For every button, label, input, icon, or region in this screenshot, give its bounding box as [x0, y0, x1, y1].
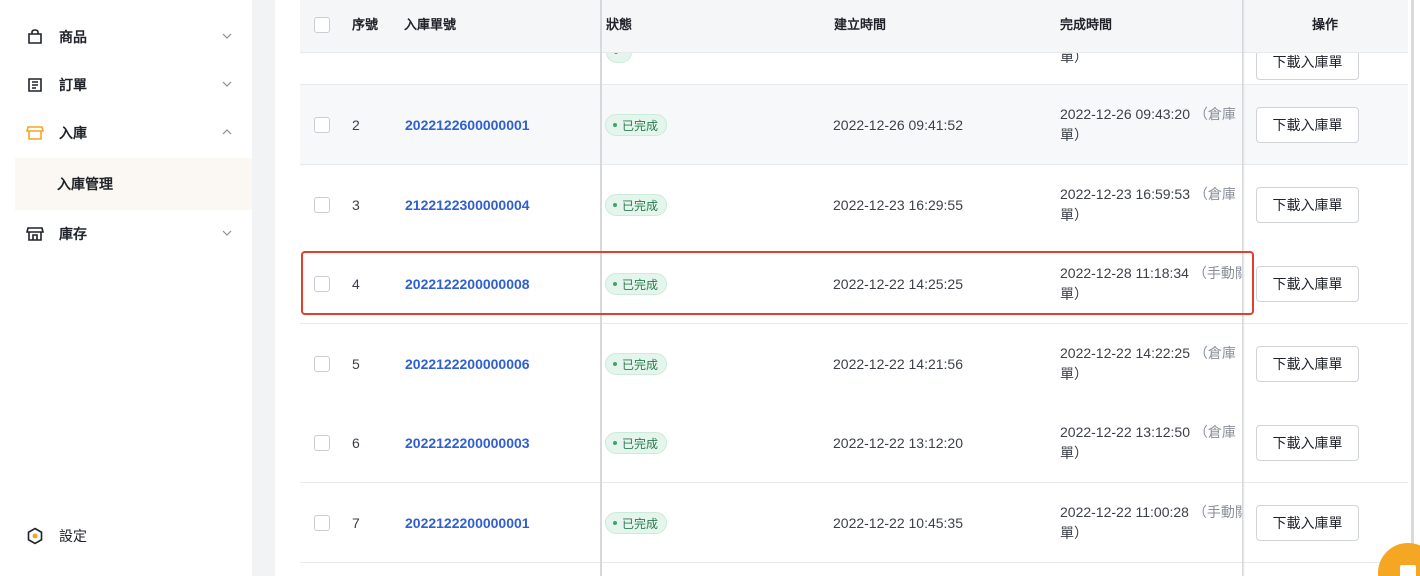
download-inbound-button[interactable]: 下載入庫單: [1256, 187, 1359, 223]
status-text: 已完成: [622, 118, 659, 133]
sidebar-item-label: 入庫: [59, 125, 87, 141]
order-number-link[interactable]: 2022122200000003: [405, 435, 530, 451]
status-text: 已完成: [622, 357, 659, 372]
created-time: 2022-12-22 14:21:56: [833, 356, 963, 372]
status-badge: 已完成: [605, 432, 668, 454]
sidebar: 商品 訂單 入庫 入庫管理 庫存 設定: [0, 0, 252, 576]
row-index: 7: [352, 515, 360, 531]
completed-note: （倉庫: [1193, 106, 1236, 122]
order-list-icon: [25, 75, 45, 95]
sidebar-item-orders[interactable]: 訂單: [15, 61, 252, 109]
chevron-down-icon: [222, 81, 232, 87]
settings-label: 設定: [59, 528, 87, 544]
completed-time: 2022-12-22 13:12:50 （倉庫 單）: [1060, 422, 1242, 464]
row-index: 5: [352, 356, 360, 372]
created-time: 2022-12-26 09:41:52: [833, 117, 963, 133]
header-created: 建立時間: [834, 17, 887, 32]
completed-note-tail: 單）: [1060, 525, 1088, 541]
order-number-link[interactable]: 2022122200000006: [405, 356, 530, 372]
status-badge: 已完成: [605, 512, 668, 534]
chevron-down-icon: [222, 33, 232, 39]
created-time: 2022-12-22 10:45:35: [833, 515, 963, 531]
status-badge: 已完成: [605, 194, 668, 216]
created-time: 2022-12-23 16:29:55: [833, 197, 963, 213]
select-all-checkbox[interactable]: [314, 17, 330, 33]
status-text: 已完成: [622, 516, 659, 531]
row-checkbox[interactable]: [314, 197, 330, 213]
download-inbound-button[interactable]: 下載入庫單: [1256, 346, 1359, 382]
row-index: 6: [352, 435, 360, 451]
download-inbound-button[interactable]: 下載入庫單: [1256, 505, 1359, 541]
status-dot: [613, 521, 617, 525]
status-dot: [613, 362, 617, 366]
content-gutter: [252, 0, 275, 576]
status-dot: [613, 123, 617, 127]
header-completed: 完成時間: [1060, 17, 1113, 32]
completed-note: （倉庫: [1193, 424, 1236, 440]
completed-note-tail: 單）: [1060, 366, 1088, 382]
store-icon: [25, 123, 45, 143]
row-checkbox[interactable]: [314, 356, 330, 372]
download-inbound-button[interactable]: 下載入庫單: [1256, 266, 1359, 302]
sidebar-item-products[interactable]: 商品: [15, 13, 252, 61]
completed-time: 2022-12-22 14:22:25 （倉庫 單）: [1060, 343, 1242, 385]
status-dot: [613, 203, 617, 207]
row-index: 2: [352, 117, 360, 133]
completed-time-value: 2022-12-26 09:43:20: [1060, 106, 1190, 122]
status-badge: 已完成: [605, 114, 668, 136]
app-window: 商品 訂單 入庫 入庫管理 庫存 設定 序號 入庫單號 狀態 建立時間 完成時間…: [0, 0, 1420, 576]
sidebar-settings[interactable]: 設定: [15, 512, 252, 560]
header-status: 狀態: [606, 17, 633, 32]
sidebar-subitem-label: 入庫管理: [57, 176, 113, 192]
row-checkbox[interactable]: [314, 435, 330, 451]
completed-note: （手動關: [1192, 504, 1242, 520]
header-order-no: 入庫單號: [404, 17, 457, 32]
completed-note-tail: 單）: [1060, 445, 1088, 461]
status-text: 已完成: [622, 436, 659, 451]
completed-note-tail: 單）: [1060, 207, 1088, 223]
order-number-link[interactable]: 2022122600000001: [405, 117, 530, 133]
sidebar-item-label: 商品: [59, 29, 87, 45]
download-inbound-button[interactable]: 下載入庫單: [1256, 425, 1359, 461]
completed-note: （倉庫: [1193, 186, 1236, 202]
status-text: 已完成: [622, 198, 659, 213]
warehouse-icon: [25, 224, 45, 244]
scrollbar-edge: [1411, 0, 1414, 576]
chevron-down-icon: [222, 230, 232, 236]
row-checkbox[interactable]: [314, 117, 330, 133]
completed-note: （倉庫: [1193, 345, 1236, 361]
completed-time: 2022-12-22 11:00:28 （手動關 單）: [1060, 502, 1242, 544]
header-index: 序號: [352, 17, 379, 32]
completed-time-value: 2022-12-22 11:00:28: [1060, 504, 1189, 520]
order-number-link[interactable]: 2022122200000001: [405, 515, 530, 531]
created-time: 2022-12-22 13:12:20: [833, 435, 963, 451]
chevron-up-icon: [222, 129, 232, 135]
sidebar-item-label: 庫存: [59, 226, 87, 242]
chat-icon: [1400, 565, 1416, 576]
completed-time-value: 2022-12-22 13:12:50: [1060, 424, 1190, 440]
header-actions: 操作: [1312, 17, 1339, 32]
completed-time: 2022-12-23 16:59:53 （倉庫 單）: [1060, 184, 1242, 226]
sidebar-item-inbound[interactable]: 入庫: [15, 109, 252, 157]
completed-time-value: 2022-12-23 16:59:53: [1060, 186, 1190, 202]
status-dot: [613, 441, 617, 445]
status-badge: 已完成: [605, 353, 668, 375]
download-inbound-button[interactable]: 下載入庫單: [1256, 107, 1359, 143]
settings-hexagon-icon: [25, 526, 45, 546]
completed-time-value: 2022-12-22 14:22:25: [1060, 345, 1190, 361]
shopping-bag-icon: [25, 27, 45, 47]
order-number-link[interactable]: 2122122300000004: [405, 197, 530, 213]
sidebar-item-inventory[interactable]: 庫存: [15, 210, 252, 258]
highlight-box: [301, 251, 1254, 315]
completed-time: 2022-12-26 09:43:20 （倉庫 單）: [1060, 104, 1242, 146]
row-checkbox[interactable]: [314, 515, 330, 531]
row-index: 3: [352, 197, 360, 213]
completed-note-tail: 單）: [1060, 127, 1088, 143]
sidebar-subitem-inbound-management[interactable]: 入庫管理: [15, 158, 252, 210]
sidebar-item-label: 訂單: [59, 77, 87, 93]
